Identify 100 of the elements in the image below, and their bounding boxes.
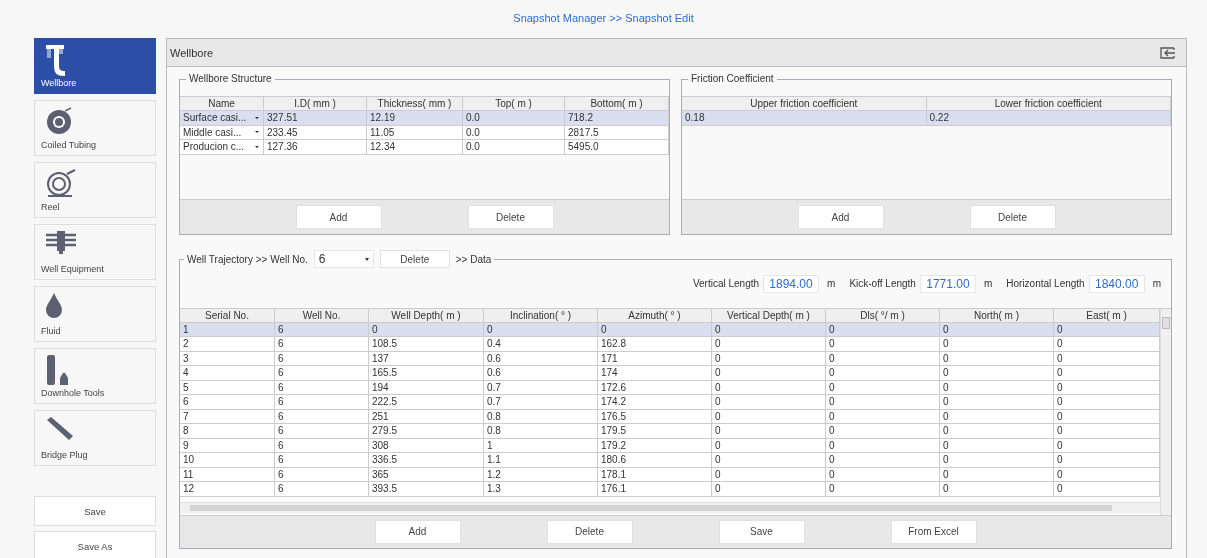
table-cell: 6: [275, 453, 369, 467]
table-cell: 0: [369, 322, 484, 337]
table-cell: 1.1: [484, 453, 598, 467]
well-number-dropdown[interactable]: 6: [313, 250, 374, 268]
table-button[interactable]: Add: [797, 205, 884, 229]
table-cell: 6: [275, 395, 369, 409]
table-cell: 233.45: [264, 125, 367, 139]
delete-button[interactable]: Delete: [379, 250, 450, 268]
dropdown-icon[interactable]: [255, 131, 259, 134]
column-header: Upper friction coefficient: [682, 97, 927, 110]
horizontal-scrollbar[interactable]: [180, 501, 1160, 513]
table-row[interactable]: 2 6 108.5 0.4 162.8 0 0 0 0: [180, 337, 1160, 352]
table-row[interactable]: 0.18 0.22: [682, 111, 1171, 126]
column-header: Azimuth( ° ): [598, 308, 712, 322]
table-cell: 137: [369, 351, 484, 366]
table-button[interactable]: Save: [718, 519, 805, 544]
table-cell: 0.0: [463, 125, 565, 139]
table-row[interactable]: Surface casi... 327.51 12.19 0.0 718.2: [180, 111, 669, 126]
exit-icon[interactable]: [1160, 46, 1176, 59]
table-cell: 6: [180, 395, 275, 409]
table-cell: 6: [275, 424, 369, 438]
group-title: Wellbore Structure: [186, 73, 275, 85]
equipment-icon: [45, 230, 77, 254]
table-cell: 0: [940, 351, 1054, 366]
column-header: Lower friction coefficient: [926, 97, 1171, 110]
table-cell: 0: [826, 351, 940, 366]
table-cell: 162.8: [598, 337, 712, 351]
sidebar-item[interactable]: Reel: [34, 162, 156, 218]
sidebar-item[interactable]: Fluid: [34, 286, 156, 342]
table-cell: 0.6: [484, 351, 598, 366]
table-cell: 0: [940, 337, 1054, 351]
sidebar-item[interactable]: Bridge Plug: [34, 410, 156, 466]
table-cell: 171: [598, 351, 712, 366]
table-cell: 718.2: [565, 111, 669, 125]
table-button[interactable]: From Excel: [890, 519, 977, 544]
wellbore-icon: [45, 44, 65, 78]
column-header: I.D( mm ): [264, 97, 367, 110]
table-cell: 0: [712, 395, 826, 409]
table-cell: 0: [712, 424, 826, 438]
table-button[interactable]: Delete: [546, 519, 633, 544]
table-row[interactable]: 12 6 393.5 1.3 176.1 0 0 0 0: [180, 482, 1160, 497]
table-button[interactable]: Delete: [467, 205, 554, 229]
table-cell: 1.2: [484, 467, 598, 482]
table-cell: 180.6: [598, 453, 712, 467]
table-cell: 308: [369, 438, 484, 453]
vertical-scrollbar[interactable]: [1160, 308, 1171, 515]
column-header: Vertical Depth( m ): [712, 308, 826, 322]
table-row[interactable]: 6 6 222.5 0.7 174.2 0 0 0 0: [180, 395, 1160, 410]
table-cell: 2817.5: [565, 125, 669, 139]
length-field[interactable]: 1771.00: [919, 274, 976, 293]
save-button[interactable]: Save: [34, 496, 156, 526]
field-label: Horizontal Length: [1006, 278, 1085, 290]
dropdown-icon[interactable]: [255, 116, 259, 119]
table-cell: 179.5: [598, 424, 712, 438]
table-button[interactable]: Add: [295, 205, 382, 229]
table-cell: 0.7: [484, 380, 598, 395]
table-row[interactable]: Producion c... 127.36 12.34 0.0 5495.0: [180, 140, 669, 155]
table-cell: 12.34: [367, 140, 463, 154]
table-button[interactable]: Add: [374, 519, 461, 544]
sidebar-item[interactable]: Wellbore: [34, 38, 156, 94]
table-cell: 0: [940, 380, 1054, 395]
table-cell: 0: [940, 438, 1054, 453]
bridge-plug-icon: [45, 416, 75, 442]
save-button[interactable]: Save As: [34, 531, 156, 558]
table-cell: 174.2: [598, 395, 712, 409]
table-cell: 6: [275, 337, 369, 351]
table-cell: 178.1: [598, 467, 712, 482]
table-cell: 0: [826, 424, 940, 438]
table-cell: 0.8: [484, 424, 598, 438]
table-cell: 0: [940, 467, 1054, 482]
table-cell: 6: [275, 351, 369, 366]
table-cell: 0: [712, 438, 826, 453]
table-cell: 6: [275, 438, 369, 453]
table-cell: 165.5: [369, 366, 484, 380]
table-row[interactable]: 8 6 279.5 0.8 179.5 0 0 0 0: [180, 424, 1160, 439]
column-header: Name: [180, 97, 264, 110]
table-row[interactable]: 10 6 336.5 1.1 180.6 0 0 0 0: [180, 453, 1160, 468]
table-cell: 0.18: [682, 111, 927, 125]
table-cell: Surface casi...: [183, 111, 247, 125]
table-cell: 12: [180, 482, 275, 496]
table-cell: 1: [180, 322, 275, 337]
column-header: Thickness( mm ): [367, 97, 463, 110]
group-title: Well Trajectory >> Well No.: [187, 253, 308, 265]
column-header: Well No.: [275, 308, 369, 322]
table-cell: 2: [180, 337, 275, 351]
length-field[interactable]: 1894.00: [763, 274, 820, 293]
table-cell: 0: [826, 467, 940, 482]
sidebar-item[interactable]: Well Equipment: [34, 224, 156, 280]
table-cell: 1.3: [484, 482, 598, 496]
sidebar-item[interactable]: Coiled Tubing: [34, 100, 156, 156]
dropdown-icon[interactable]: [255, 145, 259, 148]
table-row[interactable]: 4 6 165.5 0.6 174 0 0 0 0: [180, 366, 1160, 381]
length-field[interactable]: 1840.00: [1088, 274, 1145, 293]
table-cell: 0: [712, 467, 826, 482]
table-cell: 6: [275, 467, 369, 482]
sidebar-item[interactable]: Downhole Tools: [34, 348, 156, 404]
reel-icon: [45, 168, 77, 198]
table-cell: 279.5: [369, 424, 484, 438]
table-cell: 0: [712, 366, 826, 380]
table-button[interactable]: Delete: [969, 205, 1056, 229]
